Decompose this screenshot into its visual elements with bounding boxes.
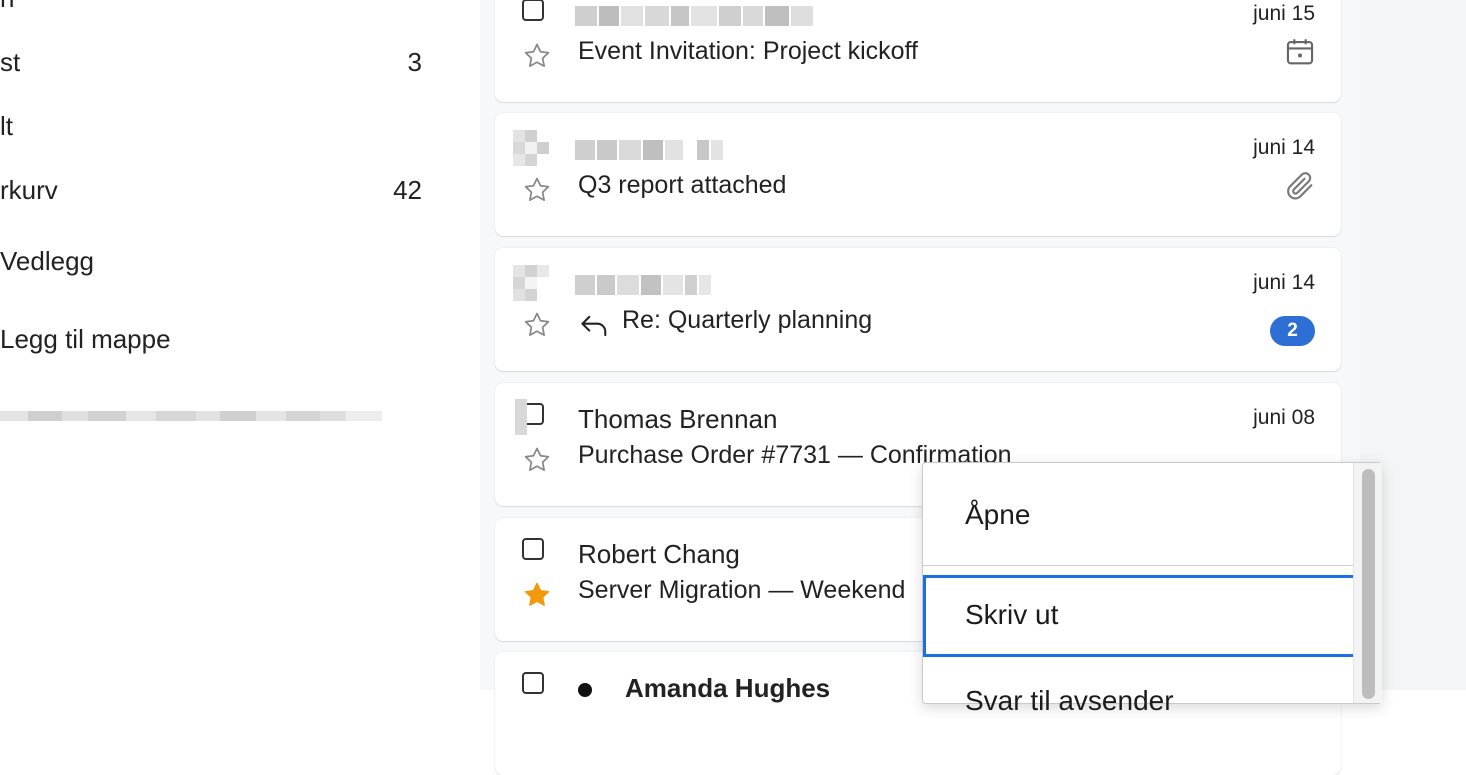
email-sender: Amanda Hughes [625, 673, 831, 703]
email-date: juni 14 [1253, 136, 1315, 159]
menu-divider [923, 565, 1353, 566]
sidebar-item-folder-2[interactable]: st 3 [0, 47, 422, 78]
sidebar-item-label: Legg til mappe [0, 324, 171, 354]
sidebar-item-folder-3[interactable]: lt [0, 111, 422, 142]
menu-item-label: Skriv ut [965, 599, 1059, 630]
sidebar-item-label: lt [0, 111, 13, 141]
select-checkbox[interactable] [522, 672, 544, 694]
email-sender: Thomas Brennan [578, 404, 778, 434]
sidebar-item-label: rkurv [0, 175, 58, 205]
email-date: juni 14 [1253, 271, 1315, 294]
sidebar-item-label: Vedlegg [0, 246, 94, 276]
select-checkbox[interactable] [522, 538, 544, 560]
select-checkbox[interactable] [522, 0, 544, 21]
redacted-sender [575, 140, 723, 160]
email-subject: Q3 report attached [578, 171, 787, 199]
avatar [513, 130, 549, 166]
thread-count-badge: 2 [1270, 316, 1315, 346]
redacted-sender [575, 6, 813, 26]
menu-item-reply-to-sender[interactable]: Svar til avsender [923, 661, 1355, 743]
email-date: juni 15 [1253, 2, 1315, 25]
context-menu: Åpne Skriv ut Svar til avsender [922, 462, 1382, 716]
sidebar-item-folder-1[interactable]: n [0, 0, 422, 14]
scrollbar-thumb[interactable] [1362, 469, 1375, 699]
menu-item-open[interactable]: Åpne [923, 475, 1355, 557]
folder-sidebar: n st 3 lt rkurv 42 Vedlegg Legg til mapp… [0, 0, 470, 690]
calendar-icon [1286, 39, 1314, 65]
star-icon[interactable] [522, 175, 552, 205]
star-filled-icon[interactable] [522, 580, 552, 610]
unread-indicator [578, 683, 592, 697]
sidebar-item-attachments[interactable]: Vedlegg [0, 246, 94, 277]
sidebar-item-trash[interactable]: rkurv 42 [0, 175, 422, 206]
email-subject: Event Invitation: Project kickoff [578, 37, 918, 65]
email-date: juni 08 [1253, 406, 1315, 429]
email-subject: Re: Quarterly planning [622, 306, 873, 334]
email-row[interactable]: juni 14 Q3 report attached [495, 113, 1341, 236]
email-row[interactable]: juni 15 Event Invitation: Project kickof… [495, 0, 1341, 102]
star-icon[interactable] [522, 41, 552, 71]
paperclip-icon [1287, 172, 1313, 200]
menu-item-print[interactable]: Skriv ut [923, 575, 1357, 657]
sidebar-item-label: st [0, 47, 21, 77]
redacted-account-text [0, 396, 420, 436]
avatar-fragment [515, 399, 527, 435]
sidebar-item-count: 42 [393, 175, 422, 205]
menu-item-label: Åpne [965, 499, 1031, 530]
sidebar-item-count: 3 [407, 47, 422, 77]
avatar [513, 265, 549, 301]
email-sender: Robert Chang [578, 539, 740, 569]
star-icon[interactable] [522, 445, 552, 475]
email-row[interactable]: juni 14 Re: Quarterly planning 2 [495, 248, 1341, 371]
add-folder-button[interactable]: Legg til mappe [0, 324, 171, 355]
sidebar-item-label: n [0, 0, 14, 13]
menu-scrollbar[interactable] [1353, 463, 1382, 703]
redacted-sender [575, 275, 711, 295]
star-icon[interactable] [522, 310, 552, 340]
email-subject: Server Migration — Weekend [578, 576, 906, 604]
reply-icon [581, 315, 607, 337]
